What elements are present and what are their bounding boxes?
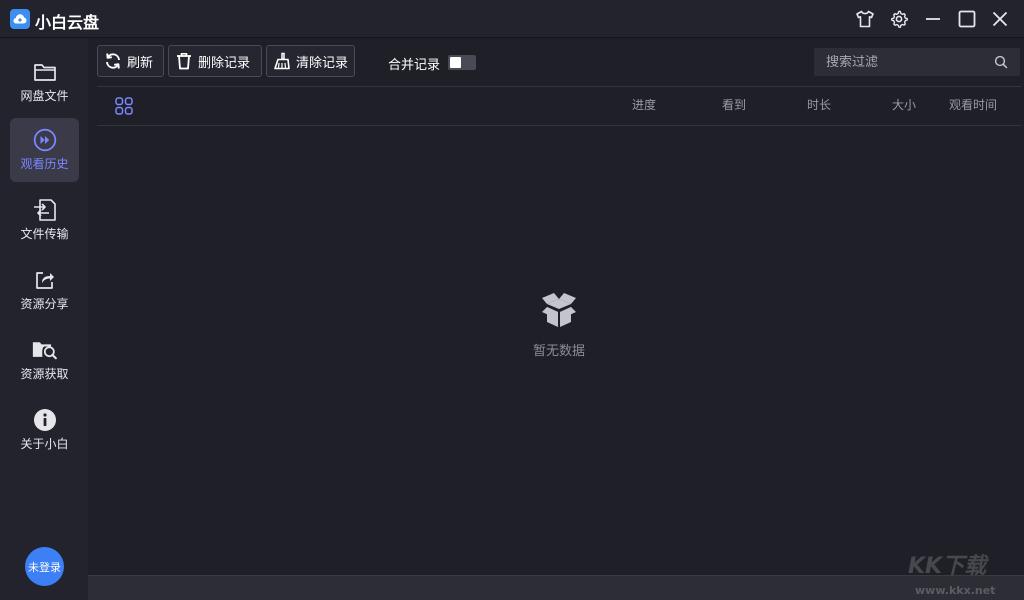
minimize-button[interactable] — [921, 7, 945, 31]
column-size[interactable]: 大小 — [892, 96, 916, 113]
refresh-label: 刷新 — [127, 55, 154, 71]
watermark-url: www.kkx.net — [915, 584, 996, 597]
broom-icon — [274, 52, 290, 70]
table-header: 进度 看到 时长 大小 观看时间 — [97, 86, 1021, 126]
status-bar — [88, 575, 1024, 600]
folder-icon — [32, 60, 58, 84]
sidebar-item-resource-fetch[interactable]: 资源获取 — [10, 328, 79, 392]
merge-records-toggle[interactable] — [448, 55, 476, 70]
clear-records-button[interactable]: 清除记录 — [266, 45, 355, 77]
clear-records-label: 清除记录 — [295, 55, 348, 71]
empty-box-icon — [542, 293, 576, 327]
close-icon — [992, 11, 1008, 27]
sidebar-item-resource-share[interactable]: 资源分享 — [10, 258, 79, 322]
column-duration[interactable]: 时长 — [807, 96, 831, 113]
minimize-icon — [926, 18, 940, 20]
play-circle-icon — [32, 128, 58, 152]
skin-button[interactable] — [853, 7, 877, 31]
sidebar-item-label: 关于小白 — [20, 437, 69, 451]
app-logo-icon — [10, 9, 30, 29]
sidebar-item-file-transfer[interactable]: 文件传输 — [10, 188, 79, 252]
search-box — [814, 48, 1020, 76]
sidebar-item-netdisk-files[interactable]: 网盘文件 — [10, 50, 79, 114]
search-input[interactable] — [814, 54, 984, 70]
column-watch-time[interactable]: 观看时间 — [949, 96, 997, 113]
grid-view-icon[interactable] — [115, 97, 133, 115]
title-bar: 小白云盘 — [0, 0, 1024, 38]
maximize-icon — [958, 10, 976, 28]
sidebar-item-label: 资源分享 — [20, 297, 69, 311]
column-progress[interactable]: 进度 — [632, 96, 656, 113]
info-icon — [32, 408, 58, 432]
folder-search-icon — [32, 338, 58, 362]
search-icon[interactable] — [994, 55, 1008, 69]
app-title: 小白云盘 — [35, 13, 100, 32]
tshirt-icon — [856, 10, 874, 28]
share-icon — [32, 268, 58, 292]
column-watched-to[interactable]: 看到 — [722, 96, 746, 113]
empty-state-text: 暂无数据 — [532, 344, 585, 359]
sidebar-item-about[interactable]: 关于小白 — [10, 398, 79, 462]
sidebar-item-label: 网盘文件 — [20, 89, 69, 103]
refresh-button[interactable]: 刷新 — [97, 45, 164, 77]
close-button[interactable] — [988, 7, 1012, 31]
gear-icon — [891, 10, 908, 28]
delete-records-button[interactable]: 删除记录 — [168, 45, 262, 77]
refresh-icon — [106, 53, 120, 69]
sidebar: 网盘文件 观看历史 文件传输 资源分享 资源获取 关于小白 未登录 — [0, 39, 88, 600]
sidebar-item-watch-history[interactable]: 观看历史 — [10, 118, 79, 182]
watermark-logo: KK下载 — [908, 554, 987, 579]
trash-icon — [177, 53, 191, 70]
sidebar-item-label: 文件传输 — [20, 227, 69, 241]
maximize-button[interactable] — [955, 7, 979, 31]
transfer-icon — [32, 198, 58, 222]
login-avatar[interactable]: 未登录 — [25, 547, 64, 586]
delete-records-label: 删除记录 — [198, 55, 251, 71]
toggle-knob — [450, 57, 461, 68]
sidebar-item-label: 观看历史 — [20, 157, 69, 171]
empty-state: 暂无数据 — [520, 290, 598, 359]
sidebar-item-label: 资源获取 — [20, 367, 69, 381]
settings-button[interactable] — [887, 7, 911, 31]
merge-records-label: 合并记录 — [388, 58, 441, 73]
